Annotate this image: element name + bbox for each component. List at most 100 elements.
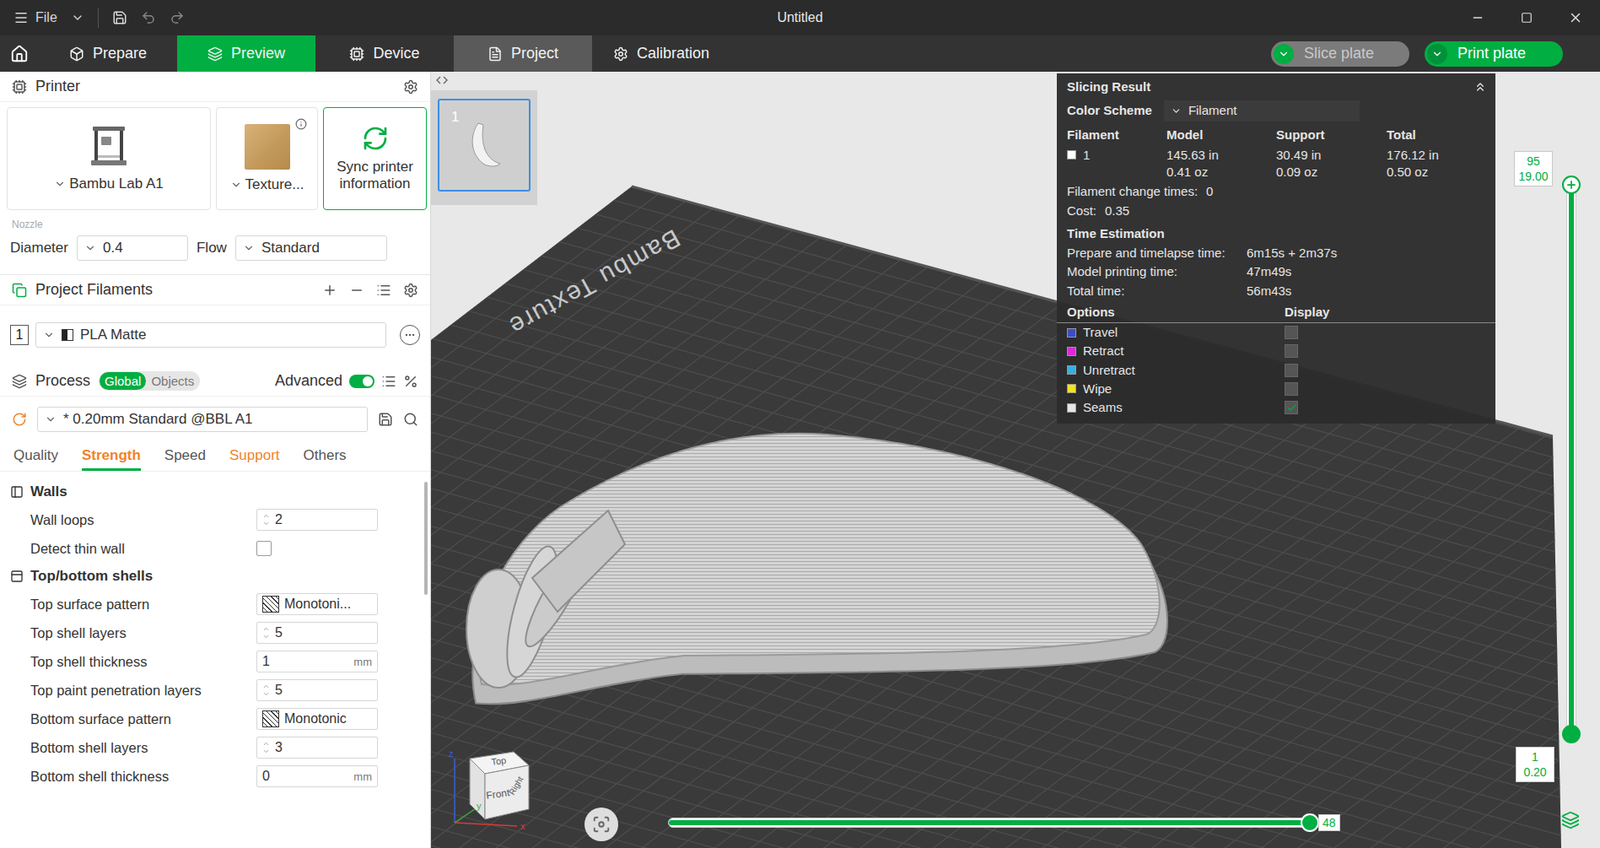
setting-select[interactable]: Monotoni...	[256, 592, 378, 615]
up-icon[interactable]	[262, 682, 270, 690]
setting-spin[interactable]: 3	[256, 736, 378, 759]
add-icon[interactable]	[322, 282, 338, 298]
nav-tab[interactable]: Preview	[177, 35, 316, 72]
nav-tab[interactable]: Prepare	[38, 35, 178, 72]
action-dropdown[interactable]	[1427, 43, 1448, 65]
scope-option[interactable]: Global	[99, 371, 146, 390]
nav-tab[interactable]: Calibration	[592, 35, 731, 72]
nav-tab[interactable]: Device	[315, 35, 454, 72]
process-tab[interactable]: Speed	[164, 443, 206, 471]
scroll-thumb[interactable]	[424, 481, 428, 595]
spin-arrows[interactable]	[262, 682, 270, 698]
action-button[interactable]: Slice plate	[1271, 41, 1410, 67]
preset-select[interactable]: * 0.20mm Standard @BBL A1	[37, 406, 368, 432]
move-slider[interactable]	[668, 817, 1311, 828]
close-button[interactable]	[1551, 0, 1600, 36]
advanced-switch[interactable]	[349, 374, 375, 388]
setting-input[interactable]: 1mm	[256, 650, 378, 673]
spin-arrows[interactable]	[262, 624, 270, 641]
down-icon[interactable]	[262, 747, 270, 755]
collapse-panel-icon[interactable]	[1473, 80, 1487, 94]
save-icon[interactable]	[112, 10, 128, 26]
gear-icon[interactable]	[403, 282, 419, 298]
setting-label: Top shell thickness	[30, 653, 257, 670]
scope-option[interactable]: Objects	[145, 371, 200, 390]
plate-thumbnail[interactable]: 1	[437, 98, 531, 192]
down-icon[interactable]	[262, 689, 270, 698]
filament-select[interactable]: PLA Matte	[35, 322, 387, 348]
close-icon	[1567, 10, 1584, 26]
redo-icon[interactable]	[169, 10, 185, 26]
filament-more-button[interactable]	[399, 324, 421, 345]
bed-label: Bambu Texture	[503, 224, 685, 342]
list-icon[interactable]	[381, 373, 397, 389]
action-button[interactable]: Print plate	[1424, 41, 1563, 67]
printer-section-icon	[11, 79, 27, 95]
minimize-button[interactable]	[1453, 0, 1503, 36]
remove-icon[interactable]	[349, 282, 365, 298]
file-menu[interactable]: File	[13, 10, 58, 26]
action-dropdown[interactable]	[1273, 43, 1294, 65]
bottom-layer-thumb[interactable]	[1562, 724, 1581, 744]
collapse-icon[interactable]	[436, 75, 448, 86]
setting-spin[interactable]: 5	[256, 678, 378, 701]
option-checkbox[interactable]	[1284, 382, 1299, 396]
printer-card[interactable]: Bambu Lab A1	[6, 107, 211, 211]
move-thumb[interactable]	[1300, 813, 1320, 832]
maximize-button[interactable]	[1502, 0, 1552, 36]
layer-slider[interactable]	[1566, 183, 1577, 735]
option-checkbox[interactable]	[1284, 363, 1299, 378]
spin-arrows[interactable]	[262, 739, 270, 755]
option-row: Retract	[1056, 341, 1496, 361]
down-icon[interactable]	[262, 519, 270, 528]
setting-value: 2	[274, 511, 283, 528]
setting-select[interactable]: Monotonic	[256, 707, 378, 730]
option-checkbox[interactable]	[1284, 325, 1299, 340]
camera-button[interactable]	[584, 807, 619, 841]
up-icon[interactable]	[262, 739, 270, 748]
setting-row: Top shell layers5	[0, 618, 424, 647]
undo-icon[interactable]	[140, 10, 157, 26]
scrollbar[interactable]	[423, 471, 431, 848]
sync-printer-card[interactable]: Sync printer information	[323, 107, 427, 211]
process-tab[interactable]: Strength	[81, 443, 141, 471]
dropdown-icon[interactable]	[70, 10, 85, 25]
process-tab[interactable]: Others	[303, 443, 347, 471]
top-layer-thumb[interactable]	[1562, 175, 1581, 194]
gear-icon[interactable]	[403, 79, 419, 95]
viewport[interactable]: Bambu Texture1Slicing ResultColor Scheme…	[430, 71, 1600, 848]
plate-card[interactable]: Texture...	[215, 107, 318, 211]
layers-button[interactable]	[1561, 810, 1580, 830]
setting-spin[interactable]: 2	[256, 508, 378, 531]
scope-toggle: GlobalObjects	[98, 371, 200, 391]
search-icon[interactable]	[403, 411, 419, 427]
filament-list-icon[interactable]	[376, 282, 392, 298]
title-bar: FileUntitled	[0, 0, 1600, 36]
down-icon[interactable]	[262, 632, 270, 641]
diameter-select[interactable]: 0.4	[76, 235, 189, 261]
setting-checkbox[interactable]	[256, 540, 272, 556]
setting-input[interactable]: 0mm	[256, 764, 378, 787]
chevron-icon	[44, 413, 57, 426]
info-badge[interactable]	[295, 118, 308, 130]
setting-spin[interactable]: 5	[256, 621, 378, 644]
flow-select[interactable]: Standard	[235, 235, 388, 261]
option-checkbox[interactable]	[1284, 344, 1299, 358]
option-checkbox[interactable]	[1284, 400, 1299, 415]
process-tab[interactable]: Support	[229, 443, 281, 471]
color-scheme-select[interactable]: Filament	[1163, 100, 1360, 121]
nav-tab[interactable]: Project	[453, 35, 593, 72]
compare-icon[interactable]	[403, 373, 419, 389]
move-slider-fill	[668, 819, 1310, 825]
up-icon[interactable]	[262, 511, 270, 520]
save-preset-icon[interactable]	[377, 411, 394, 427]
home-button[interactable]	[0, 35, 39, 72]
plate-thumbnail-icon	[463, 119, 506, 171]
process-tab[interactable]: Quality	[13, 443, 59, 471]
reset-icon[interactable]	[11, 411, 27, 427]
up-icon[interactable]	[262, 624, 270, 633]
model[interactable]	[466, 433, 1168, 705]
panel-title: Slicing Result	[1066, 78, 1151, 96]
spin-arrows[interactable]	[262, 511, 270, 528]
view-cube[interactable]: TopFrontRightzxy	[444, 739, 538, 833]
